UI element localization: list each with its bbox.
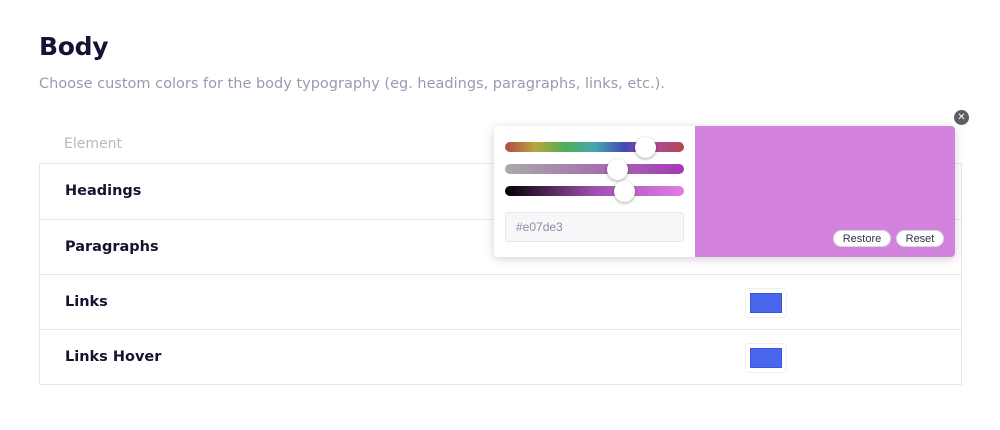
table-row: Links Hover — [40, 329, 961, 384]
row-label-links: Links — [65, 294, 108, 310]
section-title: Body — [39, 32, 109, 61]
lightness-slider[interactable] — [505, 186, 684, 196]
restore-button[interactable]: Restore — [833, 230, 891, 247]
row-label-paragraphs: Paragraphs — [65, 239, 159, 255]
close-icon[interactable]: ✕ — [954, 110, 969, 125]
links-hover-color-swatch — [750, 348, 782, 368]
links-color-swatch — [750, 293, 782, 313]
table-row: Links — [40, 274, 961, 329]
hex-color-input[interactable] — [505, 212, 684, 242]
hue-slider-handle[interactable] — [635, 137, 656, 158]
reset-button[interactable]: Reset — [896, 230, 944, 247]
row-label-headings: Headings — [65, 183, 142, 199]
color-picker-controls — [494, 126, 694, 257]
links-hover-color-swatch-button[interactable] — [745, 343, 787, 373]
section-subtitle: Choose custom colors for the body typogr… — [39, 76, 665, 92]
column-header-element: Element — [64, 136, 122, 152]
row-label-links-hover: Links Hover — [65, 349, 162, 365]
hue-slider[interactable] — [505, 142, 684, 152]
lightness-slider-handle[interactable] — [614, 181, 635, 202]
saturation-slider-handle[interactable] — [607, 159, 628, 180]
links-color-swatch-button[interactable] — [745, 288, 787, 318]
color-picker-popover: Restore Reset — [494, 126, 955, 257]
saturation-slider[interactable] — [505, 164, 684, 174]
color-preview: Restore Reset — [695, 126, 955, 257]
